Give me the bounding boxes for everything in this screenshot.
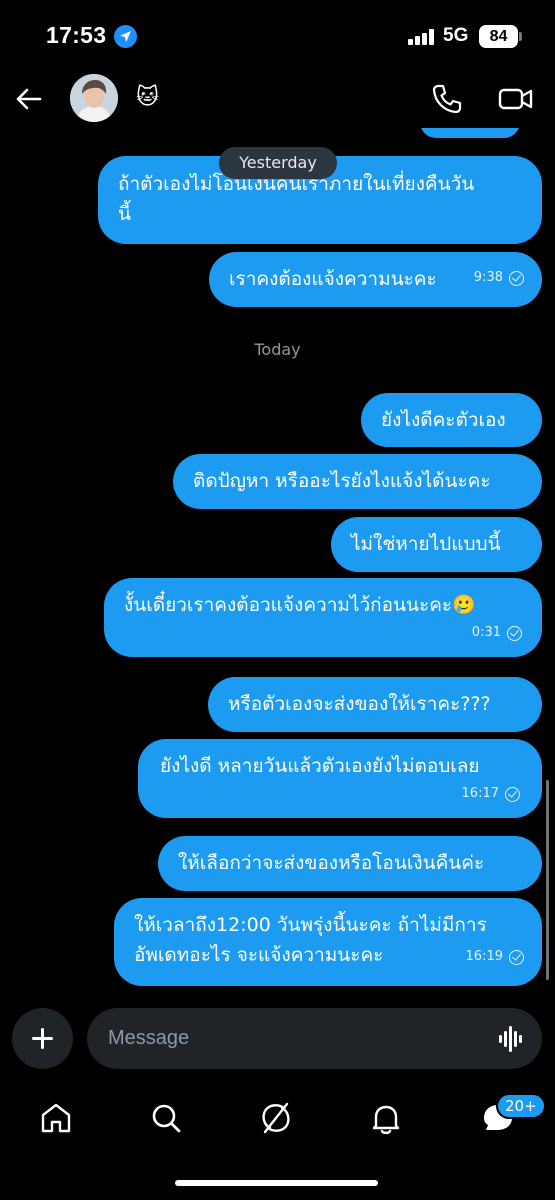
message-text: ยังไงดี หลายวันแล้วตัวเองยังไม่ตอบเลย: [160, 755, 480, 777]
message-text: ให้เวลาถึง12:00 วันพรุ่งนี้นะคะ ถ้าไม่มี…: [134, 914, 487, 936]
message-meta: 16:17: [160, 779, 520, 809]
home-icon[interactable]: [36, 1098, 76, 1138]
message-bubble[interactable]: ติดปัญหา หรืออะไรยังไงแจ้งได้นะคะ: [173, 454, 542, 509]
message-bubble[interactable]: งั้นเดี๋ยวเราคงต้อวแจ้งความไว้ก่อนนะคะ🥲 …: [104, 578, 542, 657]
contact-name[interactable]: 🐱: [136, 85, 159, 110]
message-bubble[interactable]: ให้เวลาถึง12:00 วันพรุ่งนี้นะคะ ถ้าไม่มี…: [114, 898, 542, 986]
message-bubble[interactable]: เราคงต้องแจ้งความนะคะ 9:38: [209, 252, 542, 307]
read-check-icon: [505, 786, 520, 802]
voice-waveform-icon[interactable]: [497, 1026, 525, 1052]
message-text: งั้นเดี๋ยวเราคงต้อวแจ้งความไว้ก่อนนะคะ🥲: [124, 594, 476, 616]
search-icon[interactable]: [146, 1098, 186, 1138]
read-check-icon: [507, 625, 522, 641]
network-label: 5G: [443, 25, 469, 46]
message-text: ติดปัญหา หรืออะไรยังไงแจ้งได้นะคะ: [193, 470, 491, 492]
message-text: หรือตัวเองจะส่งของให้เราคะ???: [228, 693, 491, 715]
read-check-icon: [509, 949, 524, 965]
message-text: ให้เลือกว่าจะส่งของหรือโอนเงินคืนค่ะ: [178, 852, 485, 874]
message-list[interactable]: ถ้าตัวเองไม่โอนเงินคืนเราภายในเที่ยงคืนว…: [0, 128, 555, 1000]
message-input[interactable]: [87, 1008, 542, 1069]
notifications-icon[interactable]: [366, 1098, 406, 1138]
message-bubble[interactable]: ให้เลือกว่าจะส่งของหรือโอนเงินคืนค่ะ: [158, 836, 542, 891]
status-bar: 17:53 5G 84: [0, 0, 555, 70]
message-text: นี้: [118, 203, 131, 225]
message-bubble[interactable]: ไม่ใช่หายไปแบบนี้: [331, 517, 542, 572]
messages-badge: 20+: [496, 1093, 546, 1119]
message-composer: [0, 1000, 555, 1080]
message-bubble-partial: [420, 128, 520, 138]
message-meta: 9:38: [474, 263, 524, 293]
read-check-icon: [509, 270, 524, 286]
message-text: ยังไงดีคะตัวเอง: [381, 409, 506, 431]
back-arrow-icon[interactable]: [12, 82, 46, 116]
signal-icon: [408, 29, 434, 45]
video-camera-icon[interactable]: [497, 82, 535, 116]
message-meta: 0:31: [124, 618, 522, 648]
date-separator-yesterday: Yesterday: [219, 147, 337, 179]
message-meta: 16:19: [466, 942, 524, 972]
message-bubble[interactable]: ยังไงดี หลายวันแล้วตัวเองยังไม่ตอบเลย 16…: [138, 739, 542, 818]
battery-tip: [519, 32, 522, 41]
scrollbar[interactable]: [546, 780, 549, 980]
avatar[interactable]: [70, 74, 118, 122]
message-text: อัพเดทอะไร จะแจ้งความนะคะ: [134, 944, 384, 966]
date-separator-today: Today: [254, 340, 301, 359]
grok-icon[interactable]: [256, 1098, 296, 1138]
message-time: 9:38: [473, 270, 503, 285]
home-indicator[interactable]: [175, 1180, 378, 1186]
message-time: 0:31: [471, 625, 501, 640]
location-arrow-icon: [114, 25, 137, 48]
plus-icon[interactable]: [12, 1008, 73, 1069]
status-time: 17:53: [46, 22, 107, 48]
message-bubble[interactable]: ยังไงดีคะตัวเอง: [361, 393, 542, 447]
message-bubble[interactable]: หรือตัวเองจะส่งของให้เราคะ???: [208, 677, 542, 732]
battery-icon: 84: [479, 25, 518, 48]
phone-icon[interactable]: [430, 82, 464, 116]
message-text: ไม่ใช่หายไปแบบนี้: [351, 533, 501, 555]
conversation-header: 🐱: [0, 70, 555, 128]
message-time: 16:19: [465, 949, 503, 964]
message-time: 16:17: [461, 786, 499, 801]
